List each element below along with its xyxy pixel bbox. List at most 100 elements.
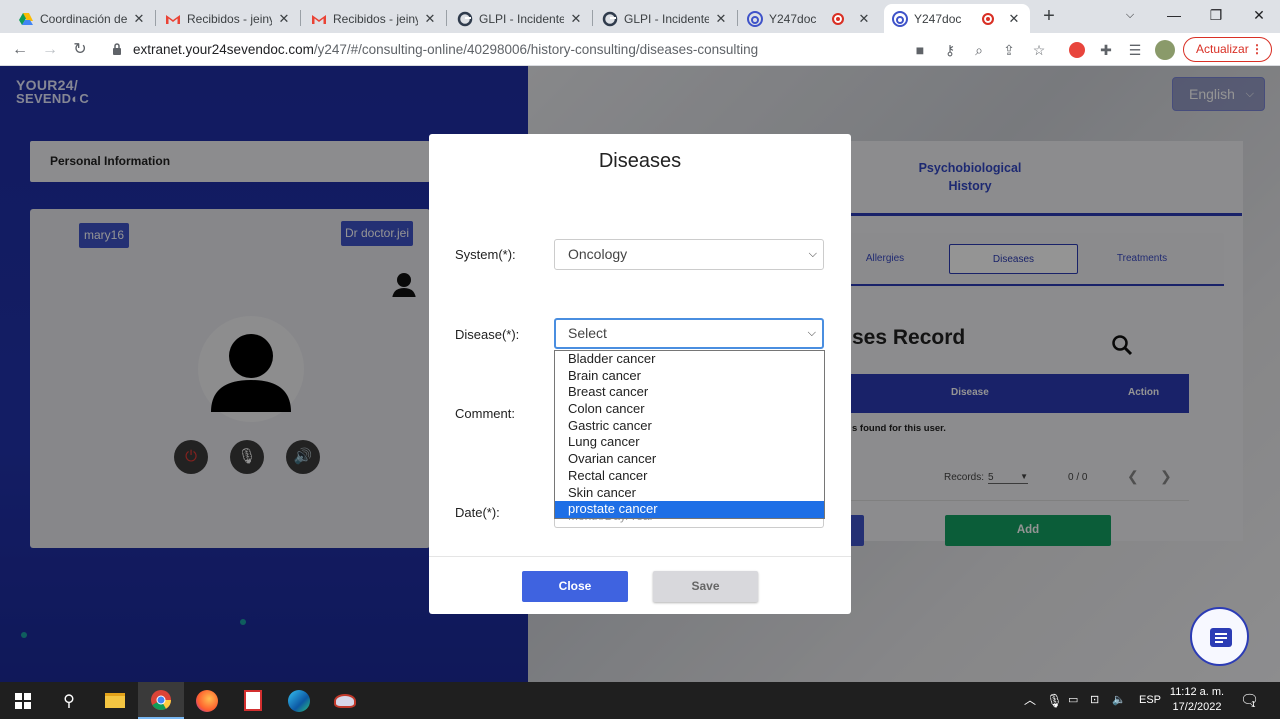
new-tab-button[interactable]: +	[1038, 5, 1060, 27]
tab-label: Recibidos - jeinyp	[333, 11, 418, 26]
tab-separator	[592, 10, 593, 26]
browser-tab[interactable]: GLPI - Incidentes ✕	[594, 4, 737, 33]
camera-icon[interactable]: ■	[910, 40, 930, 60]
more-vert-icon: ⋮	[1251, 42, 1263, 56]
windows-logo-icon	[15, 692, 31, 709]
file-explorer-icon[interactable]	[92, 682, 138, 719]
save-button[interactable]: Save	[653, 571, 758, 602]
dropdown-option[interactable]: Ovarian cancer	[555, 451, 824, 468]
browser-toolbar: ← → ↻ extranet.your24sevendoc.com/y247/#…	[0, 33, 1280, 66]
notification-count: 1	[1251, 700, 1256, 709]
app-icon[interactable]	[322, 682, 368, 719]
microphone-icon[interactable]: 🎙	[1046, 682, 1063, 719]
system-label: System(*):	[455, 247, 516, 262]
close-icon[interactable]: ✕	[1006, 11, 1022, 27]
tab-label: GLPI - Incidentes	[624, 11, 709, 26]
tab-separator	[155, 10, 156, 26]
puzzle-icon[interactable]: ✚	[1096, 40, 1116, 60]
battery-icon[interactable]: ▭	[1068, 682, 1078, 719]
dropdown-option[interactable]: Bladder cancer	[555, 351, 824, 368]
url-path: /y247/#/consulting-online/40298006/histo…	[313, 42, 759, 57]
url-text: extranet.your24sevendoc.com/y247/#/consu…	[133, 42, 758, 57]
forward-arrow-icon[interactable]: →	[39, 39, 61, 61]
disease-label: Disease(*):	[455, 327, 520, 342]
disease-select[interactable]: Select ⌵	[554, 318, 824, 349]
url-host: extranet.your24sevendoc.com	[133, 42, 314, 57]
close-icon[interactable]: ✕	[856, 11, 872, 27]
share-icon[interactable]: ⇪	[999, 40, 1019, 60]
chevron-down-icon: ⌵	[808, 248, 817, 260]
dropdown-option[interactable]: Brain cancer	[555, 368, 824, 385]
glpi-icon	[457, 11, 473, 26]
dropdown-option[interactable]: Breast cancer	[555, 384, 824, 401]
chrome-icon[interactable]	[138, 682, 184, 719]
tab-label: Y247doc	[769, 11, 817, 26]
date-label: Date(*):	[455, 505, 500, 520]
reading-list-icon[interactable]: ☰	[1125, 40, 1145, 60]
search-icon[interactable]: ⚲	[46, 682, 92, 719]
tab-separator	[300, 10, 301, 26]
browser-tab[interactable]: GLPI - Incidentes ✕	[449, 4, 592, 33]
close-button[interactable]: Close	[522, 571, 628, 602]
close-icon[interactable]: ✕	[713, 11, 729, 27]
dropdown-option[interactable]: Gastric cancer	[555, 418, 824, 435]
network-icon[interactable]: ⊡	[1090, 682, 1099, 719]
dropdown-option[interactable]: Skin cancer	[555, 485, 824, 502]
browser-tab[interactable]: Recibidos - jeinyr ✕	[157, 4, 300, 33]
zoom-icon[interactable]: ⌕	[969, 40, 989, 60]
close-icon[interactable]: ✕	[276, 11, 292, 27]
disease-dropdown-list: Bladder cancer Brain cancer Breast cance…	[554, 350, 825, 519]
edge-icon[interactable]	[276, 682, 322, 719]
gmail-icon	[166, 14, 180, 24]
tab-separator	[737, 10, 738, 26]
key-icon[interactable]: ⚷	[940, 40, 960, 60]
system-select[interactable]: Oncology ⌵	[554, 239, 824, 270]
chevron-down-icon: ⌵	[807, 327, 816, 339]
star-icon[interactable]: ☆	[1029, 40, 1049, 60]
tab-separator	[446, 10, 447, 26]
extension-red-icon[interactable]	[1067, 40, 1087, 60]
clock[interactable]: 11:12 a. m. 17/2/2022	[1164, 685, 1230, 715]
comment-label: Comment:	[455, 406, 515, 421]
browser-tab[interactable]: Coordinación de ✕	[10, 4, 155, 33]
reload-icon[interactable]: ↻	[69, 39, 91, 61]
chat-button[interactable]	[1190, 607, 1249, 666]
recording-icon	[982, 12, 994, 25]
notification-icon[interactable]: 🗨1	[1240, 682, 1264, 719]
dropdown-option[interactable]: Lung cancer	[555, 434, 824, 451]
firefox-icon[interactable]	[184, 682, 230, 719]
clock-date: 17/2/2022	[1172, 701, 1222, 713]
restore-button[interactable]: ❐	[1199, 3, 1233, 27]
close-icon[interactable]: ✕	[568, 11, 584, 27]
update-button[interactable]: Actualizar ⋮	[1183, 37, 1272, 62]
dropdown-option[interactable]: Rectal cancer	[555, 468, 824, 485]
close-icon[interactable]: ✕	[131, 11, 147, 27]
volume-icon[interactable]: 🔈	[1112, 682, 1126, 719]
page-content: YOUR24/ SEVEND◐C English ⌵ Personal Infor…	[0, 66, 1280, 682]
window-close-button[interactable]: ✕	[1242, 3, 1276, 27]
browser-tab[interactable]: Y247doc ✕	[739, 4, 880, 33]
google-drive-icon	[19, 12, 33, 25]
tab-label: GLPI - Incidentes	[479, 11, 564, 26]
back-arrow-icon[interactable]: ←	[9, 39, 31, 61]
chat-icon	[1210, 628, 1232, 647]
profile-avatar[interactable]	[1155, 40, 1175, 60]
windows-start-icon[interactable]	[0, 682, 46, 719]
minimize-button[interactable]: —	[1157, 3, 1191, 27]
chrome-logo-icon	[151, 689, 172, 710]
modal-footer-divider	[429, 556, 851, 557]
browser-tab-bar: Coordinación de ✕ Recibidos - jeinyr ✕ R…	[0, 0, 1280, 33]
recording-icon	[832, 12, 844, 25]
browser-tab[interactable]: Recibidos - jeinyp ✕	[303, 4, 446, 33]
tab-search-icon[interactable]: ⌵	[1113, 3, 1147, 27]
lock-icon	[113, 43, 121, 55]
dropdown-option-highlighted[interactable]: prostate cancer	[555, 501, 824, 518]
pdf-reader-icon[interactable]	[230, 682, 276, 719]
language-indicator[interactable]: ESP	[1139, 682, 1161, 719]
system-value: Oncology	[568, 246, 628, 262]
disease-value: Select	[568, 325, 607, 341]
chevron-up-icon[interactable]: ︿	[1024, 682, 1036, 719]
browser-tab-active[interactable]: Y247doc ✕	[884, 4, 1030, 33]
dropdown-option[interactable]: Colon cancer	[555, 401, 824, 418]
close-icon[interactable]: ✕	[422, 11, 438, 27]
